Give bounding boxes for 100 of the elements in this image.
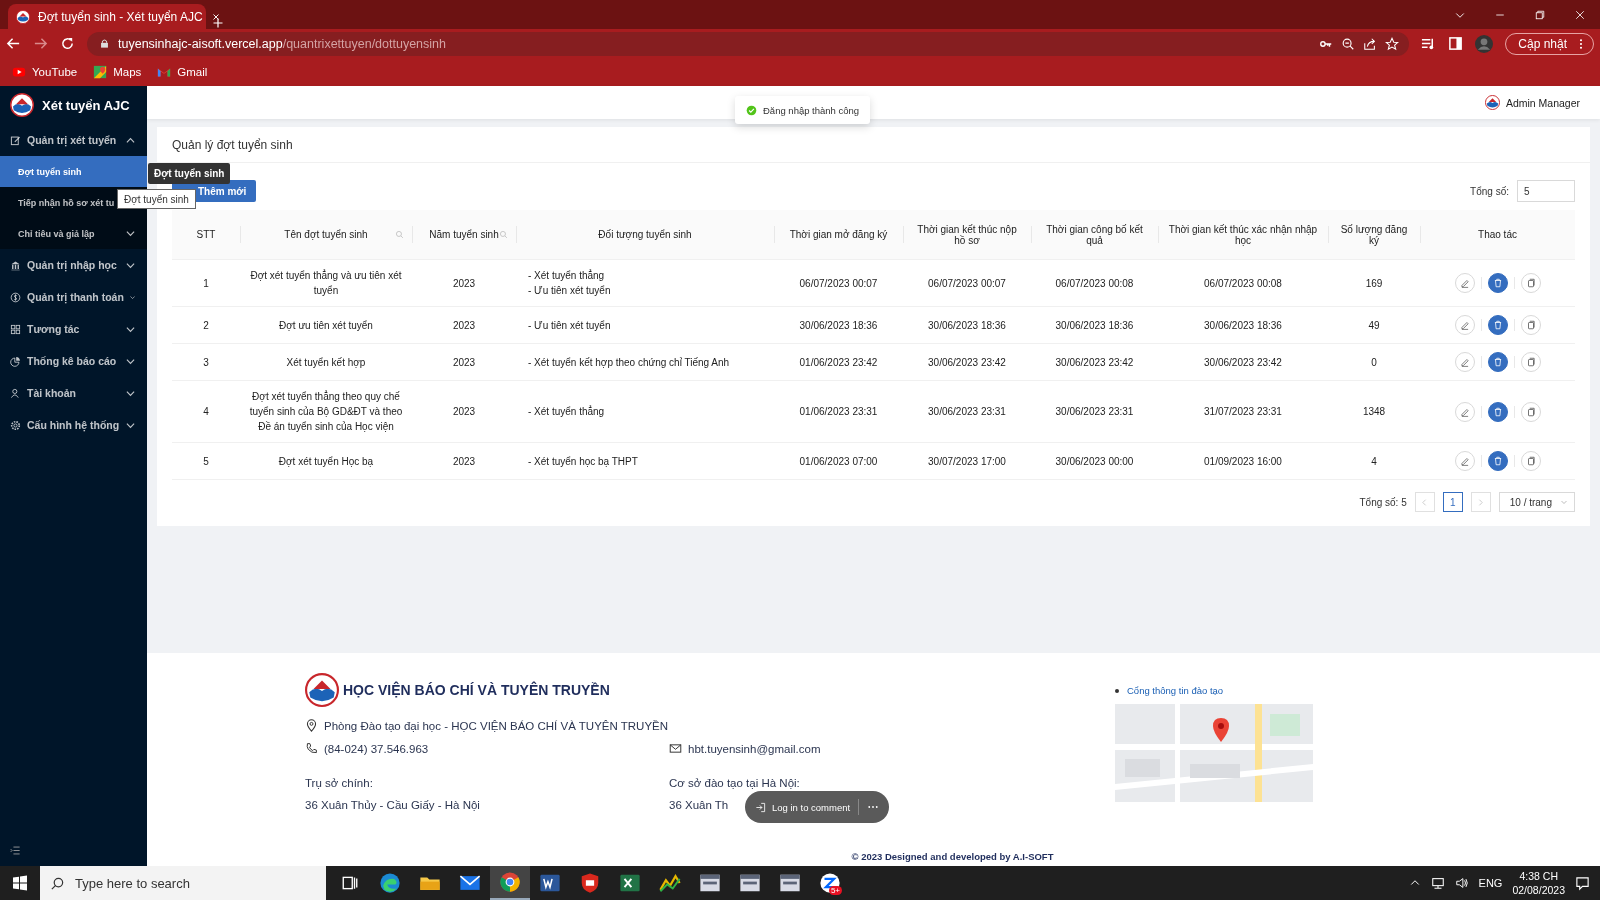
edit-button[interactable] xyxy=(1454,315,1475,335)
trash-icon xyxy=(1492,357,1503,367)
language-indicator[interactable]: ENG xyxy=(1478,877,1503,889)
menu-fold-icon[interactable] xyxy=(10,845,21,856)
portal-link[interactable]: Cổng thông tin đào tạo xyxy=(1127,685,1224,696)
delete-button[interactable] xyxy=(1487,401,1508,422)
copy-button[interactable] xyxy=(1520,451,1541,471)
menu-group[interactable]: Tương tác xyxy=(0,313,147,345)
menu-group[interactable]: Cấu hình hệ thống xyxy=(0,409,147,441)
check-circle-icon xyxy=(746,104,757,116)
menu-group[interactable]: Quản trị nhập học xyxy=(0,249,147,281)
bookmark[interactable]: YouTube xyxy=(12,65,78,79)
close-icon[interactable] xyxy=(1574,8,1586,21)
copy-button[interactable] xyxy=(1520,273,1541,293)
trash-icon xyxy=(1492,406,1503,417)
menu-item[interactable]: Chỉ tiêu và giả lập xyxy=(0,218,147,249)
tooltip: Đợt tuyển sinh xyxy=(148,163,231,184)
bookmark[interactable]: Maps xyxy=(93,65,142,79)
target-item: - Xét tuyển thẳng xyxy=(528,268,605,283)
taskbar-search-field[interactable]: Type here to search xyxy=(40,866,326,900)
bookmark[interactable]: Gmail xyxy=(157,65,208,79)
side-panel-icon[interactable] xyxy=(1448,36,1464,51)
user-name[interactable]: Admin Manager xyxy=(1505,96,1580,109)
page-button[interactable]: 1 xyxy=(1442,492,1463,512)
plus-icon[interactable] xyxy=(212,17,224,29)
table-cell-text: 4 xyxy=(1371,454,1377,469)
network-icon[interactable] xyxy=(1430,876,1445,890)
zoom-out-icon[interactable] xyxy=(1341,36,1356,51)
delete-button[interactable] xyxy=(1487,352,1508,372)
chat-icon xyxy=(819,872,841,894)
back-icon[interactable] xyxy=(6,36,21,51)
table-cell-text: 30/06/2023 23:31 xyxy=(1055,405,1134,419)
table-cell-text: 01/06/2023 07:00 xyxy=(799,454,878,469)
column-header: Đối tượng tuyển sinh xyxy=(598,229,692,240)
column-header: Thời gian mở đăng ký xyxy=(789,229,888,240)
window-icon xyxy=(779,872,801,894)
table-cell-text: 0 xyxy=(1371,355,1377,370)
mail-icon xyxy=(669,742,682,755)
notification-icon[interactable] xyxy=(1575,875,1590,891)
document-app-icon xyxy=(539,872,561,894)
copy-button[interactable] xyxy=(1520,352,1541,372)
column-header: Thời gian kết thúc xác nhận nhập học xyxy=(1167,223,1319,246)
menu-group[interactable]: Thống kê báo cáo xyxy=(0,345,147,377)
star-icon[interactable] xyxy=(1385,36,1400,51)
office-address: 36 Xuân Th xyxy=(669,799,729,811)
delete-button[interactable] xyxy=(1487,315,1508,335)
trash-icon xyxy=(1492,456,1503,466)
share-icon[interactable] xyxy=(1363,36,1378,51)
menu-group[interactable]: Tài khoản xyxy=(0,377,147,409)
table-cell-text: 5 xyxy=(203,454,209,469)
page-size-select[interactable]: 10 / trang xyxy=(1498,492,1575,512)
reload-icon[interactable] xyxy=(60,36,75,51)
table-cell-text: 30/06/2023 23:42 xyxy=(928,355,1006,370)
edit-button[interactable] xyxy=(1454,352,1475,372)
shield-icon xyxy=(579,872,601,894)
copy-icon xyxy=(1525,456,1536,466)
forward-icon[interactable] xyxy=(33,36,48,51)
total-field[interactable]: 5 xyxy=(1517,180,1575,202)
table-cell-text: 30/06/2023 23:42 xyxy=(1055,355,1134,370)
table-cell-text: 49 xyxy=(1368,318,1380,333)
notification-badge: 5+ xyxy=(828,886,842,895)
delete-button[interactable] xyxy=(1487,273,1508,293)
table-cell-text: 01/06/2023 23:31 xyxy=(799,405,878,419)
avatar-icon[interactable] xyxy=(1475,34,1494,53)
delete-button[interactable] xyxy=(1487,451,1508,471)
target-item: - Xét tuyển thẳng xyxy=(528,404,605,419)
login-icon xyxy=(755,801,766,813)
volume-icon[interactable] xyxy=(1454,876,1469,890)
edit-button[interactable] xyxy=(1454,451,1475,471)
edit-button[interactable] xyxy=(1454,401,1475,422)
edit-button[interactable] xyxy=(1454,273,1475,293)
table-cell-text: 1 xyxy=(203,276,209,291)
pencil-icon xyxy=(1459,456,1470,466)
menu-group[interactable]: Quản trị thanh toán xyxy=(0,281,147,313)
clock[interactable]: 4:38 CH 02/08/2023 xyxy=(1512,869,1565,897)
bank-icon xyxy=(10,259,21,271)
total-label: Tổng số: xyxy=(1470,185,1509,197)
column-header: Thao tác xyxy=(1478,229,1517,240)
menu-group[interactable]: Quản trị xét tuyển xyxy=(0,124,147,156)
window-icon xyxy=(699,872,721,894)
column-header: STT xyxy=(196,229,216,240)
copy-icon xyxy=(1525,357,1536,367)
windows-icon[interactable] xyxy=(12,875,28,891)
total-count: Tổng số: 5 xyxy=(1359,496,1407,508)
user-icon xyxy=(10,387,21,399)
table-cell-text: 2023 xyxy=(452,276,476,291)
chevron-down-icon xyxy=(1560,498,1568,506)
taskbar-app[interactable]: 5+ xyxy=(810,866,850,900)
window-icon xyxy=(739,872,761,894)
menu-item[interactable]: Đợt tuyển sinh xyxy=(0,156,147,187)
close-icon[interactable] xyxy=(210,11,221,22)
restore-icon[interactable] xyxy=(1534,8,1546,21)
copy-button[interactable] xyxy=(1520,315,1541,335)
copy-button[interactable] xyxy=(1520,401,1541,422)
table-cell-text: 30/06/2023 18:36 xyxy=(928,318,1006,333)
login-comment-button[interactable]: Log in to comment xyxy=(755,801,851,813)
lock-icon xyxy=(99,38,110,49)
address-bar[interactable]: tuyensinhajc-aisoft.vercel.app/quantrixettuyen/dottuyensinh xyxy=(87,31,1410,56)
search-icon xyxy=(50,875,65,891)
map-pin-icon xyxy=(93,65,108,79)
